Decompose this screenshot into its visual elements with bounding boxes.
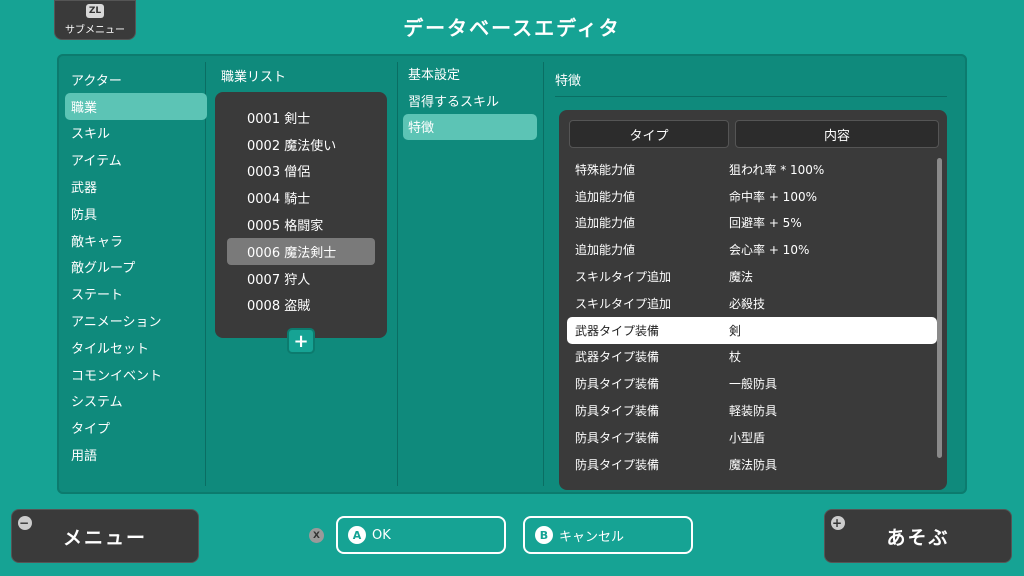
x-key-icon: X [309, 528, 324, 543]
class-list-item[interactable]: 0003 僧侶 [227, 158, 375, 185]
category-item[interactable]: 用語 [65, 441, 207, 468]
traits-divider [555, 96, 947, 97]
column-divider [397, 62, 398, 486]
trait-row[interactable]: 武器タイプ装備 杖 [567, 344, 937, 371]
trait-type: 武器タイプ装備 [575, 350, 660, 365]
class-list-item[interactable]: 0004 騎士 [227, 184, 375, 211]
category-item[interactable]: システム [65, 388, 207, 415]
category-item[interactable]: アクター [65, 66, 207, 93]
trait-content: 軽装防具 [729, 404, 778, 419]
category-item[interactable]: 敵グループ [65, 254, 207, 281]
trait-content: 回避率 + 5% [729, 216, 802, 231]
trait-type: スキルタイプ追加 [575, 270, 672, 285]
trait-row[interactable]: 防具タイプ装備 軽装防具 [567, 397, 937, 424]
settings-tab[interactable]: 習得するスキル [403, 87, 537, 114]
category-item[interactable]: 防具 [65, 200, 207, 227]
play-button[interactable]: + あそぶ [824, 509, 1012, 563]
cancel-button[interactable]: B キャンセル [523, 516, 693, 554]
traits-panel: タイプ 内容 特殊能力値 狙われ率 * 100% 追加能力値 命中率 + 100% 追加… [559, 110, 947, 490]
class-list-item[interactable]: 0001 剣士 [227, 104, 375, 131]
settings-tab-list: 基本設定 習得するスキル 特徴 [403, 60, 537, 141]
trait-type: 追加能力値 [575, 243, 636, 258]
play-button-label: あそぶ [886, 526, 950, 549]
page-title: データベースエディタ [403, 16, 621, 40]
menu-button-label: メニュー [62, 526, 147, 549]
settings-tab[interactable]: 基本設定 [403, 60, 537, 87]
trait-content-column-header[interactable]: 内容 [735, 120, 939, 148]
trait-row[interactable]: 防具タイプ装備 一般防具 [567, 370, 937, 397]
minus-key-icon: − [18, 516, 32, 530]
class-list-item[interactable]: 0002 魔法使い [227, 131, 375, 158]
class-list: 0001 剣士 0002 魔法使い 0003 僧侶 0004 騎士 0005 格闘家 00… [215, 104, 387, 318]
trait-row[interactable]: 追加能力値 回避率 + 5% [567, 210, 937, 237]
trait-content: 必殺技 [729, 296, 766, 311]
trait-content: 杖 [729, 350, 742, 365]
class-list-item[interactable]: 0005 格闘家 [227, 211, 375, 238]
trait-row[interactable]: 特殊能力値 狙われ率 * 100% [567, 156, 937, 183]
category-item[interactable]: 武器 [65, 173, 207, 200]
category-item[interactable]: ステート [65, 280, 207, 307]
trait-type: 特殊能力値 [575, 162, 636, 177]
trait-content: 剣 [729, 323, 742, 338]
settings-tab[interactable]: 特徴 [403, 113, 537, 141]
trait-type: スキルタイプ追加 [575, 296, 672, 311]
add-class-button[interactable]: + [287, 328, 315, 354]
category-item[interactable]: アイテム [65, 146, 207, 173]
trait-content: 魔法防具 [729, 457, 778, 472]
menu-button[interactable]: − メニュー [11, 509, 199, 563]
trait-type: 追加能力値 [575, 189, 636, 204]
trait-type: 防具タイプ装備 [575, 430, 660, 445]
trait-content: 命中率 + 100% [729, 189, 817, 204]
category-list: アクター 職業 スキル アイテム 武器 防具 敵キャラ 敵グループ ステート アニメーション タイル… [65, 66, 207, 468]
category-item[interactable]: スキル [65, 120, 207, 147]
trait-type: 防具タイプ装備 [575, 404, 660, 419]
trait-row[interactable]: 武器タイプ装備 剣 [567, 316, 937, 344]
cancel-button-label: キャンセル [559, 529, 625, 545]
category-item[interactable]: タイプ [65, 414, 207, 441]
trait-content: 会心率 + 10% [729, 243, 810, 258]
trait-type: 武器タイプ装備 [575, 323, 660, 338]
class-list-panel: 0001 剣士 0002 魔法使い 0003 僧侶 0004 騎士 0005 格闘家 00… [215, 92, 387, 338]
traits-scrollbar[interactable] [937, 158, 942, 458]
trait-content: 魔法 [729, 270, 754, 285]
a-key-icon: A [348, 526, 366, 544]
category-item[interactable]: アニメーション [65, 307, 207, 334]
category-item[interactable]: 敵キャラ [65, 227, 207, 254]
b-key-icon: B [535, 526, 553, 544]
trait-type-column-header[interactable]: タイプ [569, 120, 729, 148]
database-editor-panel: アクター 職業 スキル アイテム 武器 防具 敵キャラ 敵グループ ステート アニメーション タイル… [57, 54, 967, 494]
trait-row[interactable]: 防具タイプ装備 小型盾 [567, 424, 937, 451]
plus-icon: + [293, 330, 309, 352]
trait-row[interactable]: 追加能力値 命中率 + 100% [567, 183, 937, 210]
trait-row[interactable]: 防具タイプ装備 魔法防具 [567, 451, 937, 478]
trait-type: 追加能力値 [575, 216, 636, 231]
trait-type: 防具タイプ装備 [575, 457, 660, 472]
class-list-heading: 職業リスト [221, 70, 287, 85]
category-item[interactable]: コモンイベント [65, 361, 207, 388]
traits-title: 特徴 [555, 74, 582, 89]
class-list-item[interactable]: 0008 盗賊 [227, 292, 375, 319]
ok-button[interactable]: A OK [336, 516, 506, 554]
column-divider [543, 62, 544, 486]
trait-type: 防具タイプ装備 [575, 377, 660, 392]
trait-content: 一般防具 [729, 377, 778, 392]
class-list-item[interactable]: 0007 狩人 [227, 265, 375, 292]
ok-button-label: OK [372, 527, 391, 543]
trait-row[interactable]: 追加能力値 会心率 + 10% [567, 236, 937, 263]
trait-list: 特殊能力値 狙われ率 * 100% 追加能力値 命中率 + 100% 追加能力値 回避率 … [567, 156, 937, 478]
category-item[interactable]: 職業 [65, 92, 207, 120]
trait-row[interactable]: スキルタイプ追加 魔法 [567, 263, 937, 290]
trait-row[interactable]: スキルタイプ追加 必殺技 [567, 290, 937, 317]
class-list-item[interactable]: 0006 魔法剣士 [227, 237, 375, 265]
trait-content: 小型盾 [729, 430, 766, 445]
trait-content: 狙われ率 * 100% [729, 162, 825, 177]
plus-key-icon: + [831, 516, 845, 530]
category-item[interactable]: タイルセット [65, 334, 207, 361]
